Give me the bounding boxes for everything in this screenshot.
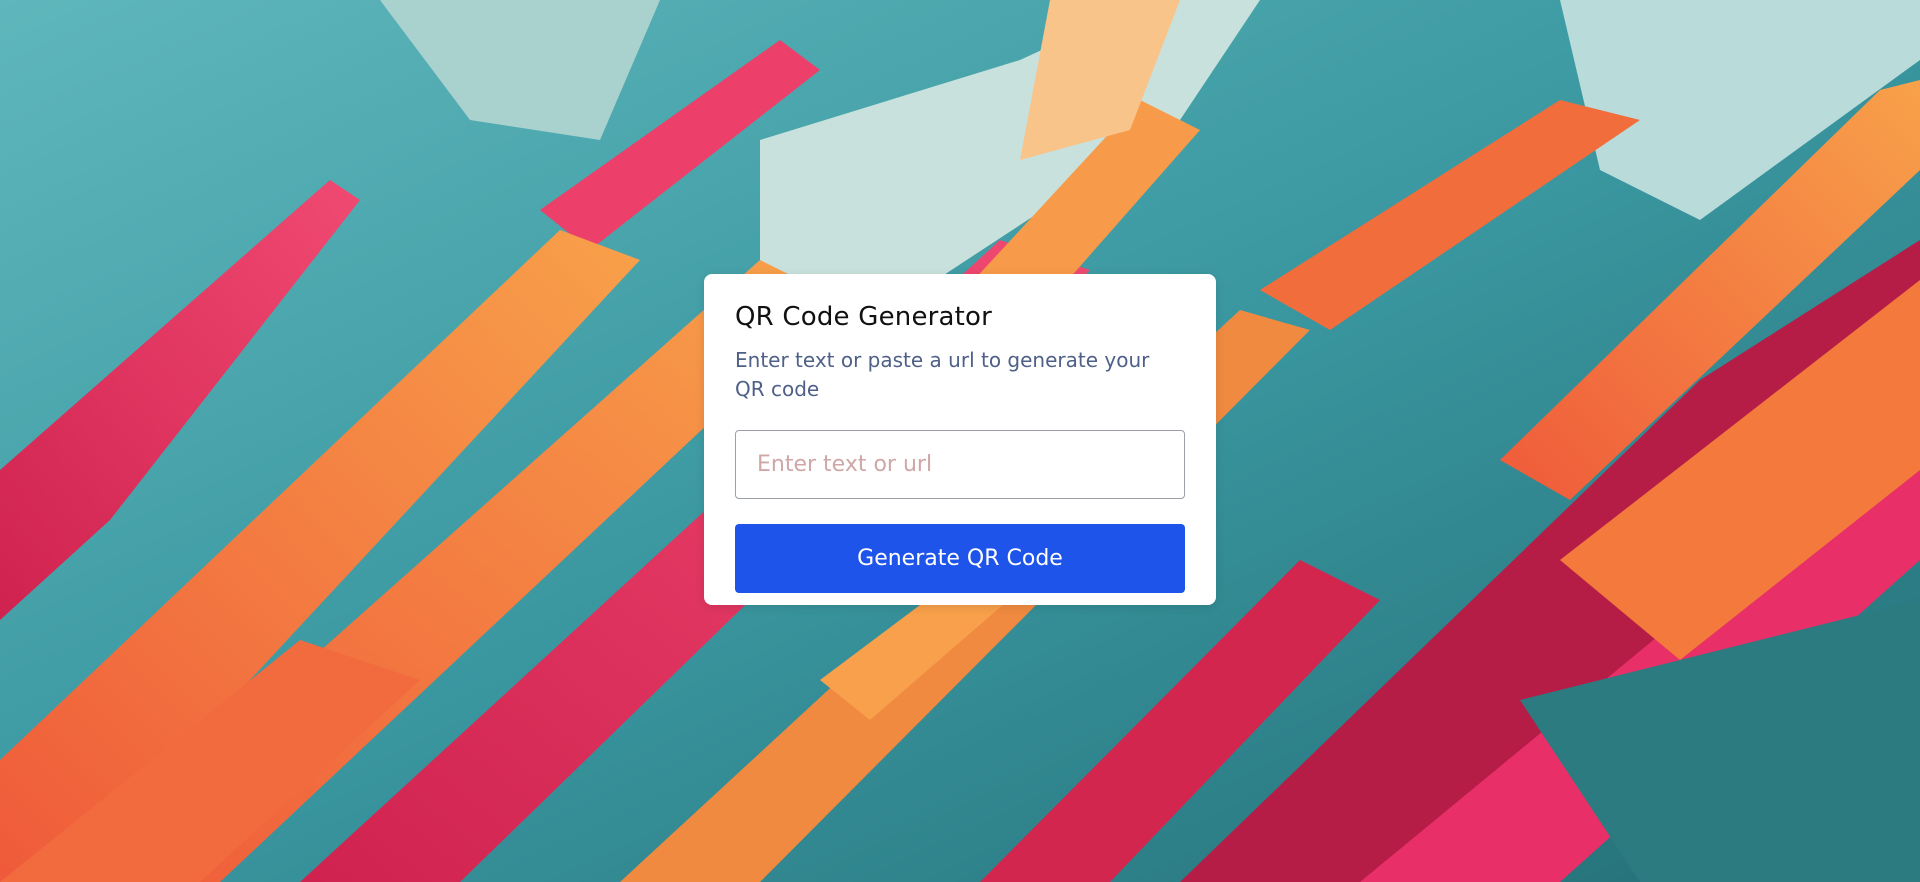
card-subtitle: Enter text or paste a url to generate yo… [735,348,1150,401]
qr-generator-card: QR Code Generator Enter text or paste a … [704,274,1216,605]
text-or-url-input[interactable] [735,430,1185,499]
generate-qr-code-button[interactable]: Generate QR Code [735,524,1185,593]
page-background: QR Code Generator Enter text or paste a … [0,0,1920,882]
card-title: QR Code Generator [735,302,993,332]
